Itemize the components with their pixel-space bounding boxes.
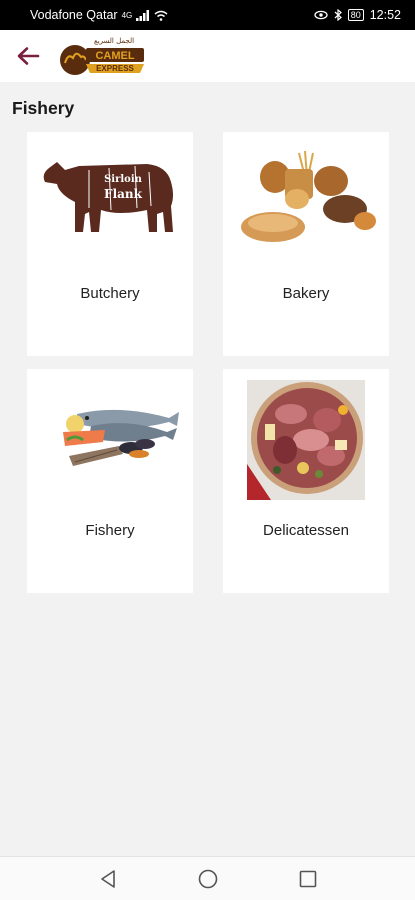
battery-icon: 80 <box>347 9 364 21</box>
category-card-delicatessen[interactable]: Delicatessen <box>223 369 389 593</box>
fish-image <box>35 379 185 489</box>
category-card-butchery[interactable]: Sirloin Flank Butchery <box>27 132 193 356</box>
status-time: 12:52 <box>369 8 401 22</box>
category-card-bakery[interactable]: Bakery <box>223 132 389 356</box>
nav-back-button[interactable] <box>93 864 123 894</box>
nav-home-button[interactable] <box>193 864 223 894</box>
bread-image <box>231 142 381 252</box>
logo-main-text: CAMEL <box>95 50 134 62</box>
category-card-fishery[interactable]: Fishery <box>27 369 193 593</box>
svg-text:Sirloin: Sirloin <box>104 174 143 185</box>
category-label: Butchery <box>80 285 140 302</box>
bluetooth-icon <box>334 9 342 21</box>
square-recents-icon <box>299 870 316 887</box>
camel-express-logo: الجمل السريع CAMEL EXPRESS <box>56 30 150 82</box>
beef-cuts-image: Sirloin Flank <box>35 142 185 252</box>
logo-sub-text: EXPRESS <box>96 64 134 73</box>
circle-home-icon <box>198 869 217 888</box>
page-title: Fishery <box>12 98 75 118</box>
deli-platter-image <box>247 380 365 500</box>
triangle-back-icon <box>100 869 115 888</box>
category-label: Fishery <box>85 522 135 539</box>
category-label: Delicatessen <box>263 522 349 539</box>
status-right: 80 12:52 <box>314 8 401 22</box>
app-bar: الجمل السريع CAMEL EXPRESS <box>0 30 415 82</box>
status-left: Vodafone Qatar 4G <box>30 8 168 22</box>
nav-recents-button[interactable] <box>293 864 323 894</box>
svg-text:Flank: Flank <box>104 187 143 201</box>
wifi-icon <box>154 10 168 21</box>
back-button[interactable] <box>0 30 56 82</box>
arrow-left-icon <box>17 47 40 65</box>
eye-icon <box>314 10 328 20</box>
system-nav-bar <box>0 856 415 900</box>
carrier-name: Vodafone Qatar <box>30 8 118 22</box>
logo-arabic-text: الجمل السريع <box>94 37 134 45</box>
status-bar: Vodafone Qatar 4G 80 12:52 <box>0 0 415 30</box>
signal-icon <box>136 9 150 21</box>
category-label: Bakery <box>282 285 330 302</box>
network-type: 4G <box>121 10 133 20</box>
